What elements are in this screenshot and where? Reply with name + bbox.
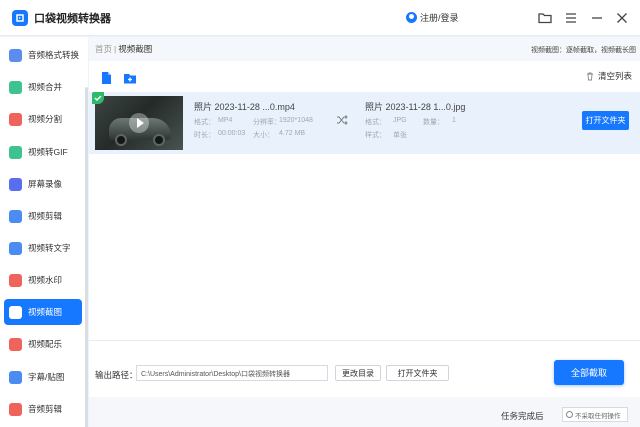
close-icon[interactable]	[614, 10, 630, 26]
sidebar-item-label: 音频格式转换	[28, 50, 80, 60]
resolution-value: 1920*1048	[279, 117, 313, 124]
sidebar-item-label: 视频截图	[28, 307, 63, 317]
clock-icon	[566, 411, 573, 418]
open-folder-button[interactable]: 打开文件夹	[582, 111, 629, 130]
format-label: 格式：	[194, 119, 215, 126]
divider	[89, 340, 640, 341]
output-path-field[interactable]: C:\Users\Administrator\Desktop\口袋视频转换器	[136, 365, 328, 381]
sidebar-item-label: 视频转GIF	[28, 147, 68, 157]
duration-label: 时长：	[194, 132, 215, 139]
style-value: 单张	[393, 132, 407, 139]
title-bar: 口袋视频转换器 注册/登录	[0, 0, 640, 36]
video-merge-icon	[9, 80, 22, 94]
output-path-label: 输出路径：	[95, 370, 138, 380]
screen-record-icon	[9, 177, 22, 191]
sidebar-item-label: 屏幕录像	[28, 179, 63, 189]
video-screenshot-icon	[9, 305, 22, 319]
convert-all-button[interactable]: 全部截取	[554, 360, 624, 385]
sidebar-item-screen-record[interactable]: 屏幕录像	[4, 171, 82, 197]
app-title: 口袋视频转换器	[34, 12, 111, 25]
add-folder-icon[interactable]	[123, 71, 137, 85]
breadcrumb: 首页 | 视频截图 视频截图：逐帧截取，视频截长图	[89, 37, 640, 61]
app-logo-icon	[12, 9, 28, 26]
sidebar-item-label: 视频水印	[28, 275, 63, 285]
menu-icon[interactable]	[563, 10, 579, 26]
feature-tips: 视频截图：逐帧截取，视频截长图	[531, 47, 636, 54]
breadcrumb-current: 视频截图	[118, 44, 153, 54]
minimize-icon[interactable]	[589, 10, 605, 26]
duration-value: 00:00:03	[218, 130, 246, 137]
main-panel: 首页 | 视频截图 视频截图：逐帧截取，视频截长图 清空列表 照片 2023-1…	[89, 37, 640, 427]
footer-bar	[89, 397, 640, 427]
clear-list-label: 清空列表	[597, 71, 632, 81]
sidebar-item-video-watermark[interactable]: 视频水印	[4, 267, 82, 293]
breadcrumb-home[interactable]: 首页	[95, 43, 112, 55]
open-output-folder-button[interactable]: 打开文件夹	[386, 365, 449, 381]
video-gif-icon	[9, 145, 22, 159]
sidebar-item-subtitle-sticker[interactable]: 字幕/贴图	[4, 364, 82, 390]
sidebar-item-audio-edit[interactable]: 音频剪辑	[4, 396, 82, 422]
sidebar-scrollbar[interactable]	[85, 87, 88, 427]
play-icon[interactable]	[129, 113, 149, 133]
subtitle-sticker-icon	[9, 370, 22, 384]
folder-icon[interactable]	[537, 10, 553, 26]
add-file-icon[interactable]	[99, 71, 113, 85]
video-music-icon	[9, 337, 22, 351]
login-label: 注册/登录	[420, 13, 459, 23]
sidebar-item-video-merge[interactable]: 视频合并	[4, 74, 82, 100]
format-value: MP4	[218, 117, 233, 124]
sidebar-item-video-split[interactable]: 视频分割	[4, 106, 82, 132]
change-directory-button[interactable]: 更改目录	[335, 365, 381, 381]
sidebar-item-video-music[interactable]: 视频配乐	[4, 331, 82, 357]
after-complete-label: 任务完成后	[501, 411, 544, 421]
sidebar-item-video-edit[interactable]: 视频剪辑	[4, 203, 82, 229]
output-file-name: 照片 2023-11-28 1...0.jpg	[365, 102, 466, 112]
video-watermark-icon	[9, 273, 22, 287]
sidebar-item-label: 视频配乐	[28, 339, 63, 349]
sidebar-item-label: 视频剪辑	[28, 211, 63, 221]
sidebar-item-video-screenshot[interactable]: 视频截图	[4, 299, 82, 325]
audio-format-icon	[9, 48, 22, 62]
video-edit-icon	[9, 209, 22, 223]
sidebar-item-video-text[interactable]: 视频转文字	[4, 235, 82, 261]
after-complete-value: 不采取任何操作	[575, 412, 621, 420]
clear-list-button[interactable]: 清空列表	[585, 70, 632, 82]
audio-edit-icon	[9, 402, 22, 416]
sidebar-item-audio-format[interactable]: 音频格式转换	[4, 42, 82, 68]
check-icon	[92, 92, 104, 104]
style-label: 样式：	[365, 132, 386, 139]
sidebar-item-label: 字幕/贴图	[28, 372, 65, 382]
breadcrumb-separator: |	[114, 44, 117, 54]
video-split-icon	[9, 112, 22, 126]
trash-icon	[586, 72, 593, 81]
size-label: 大小：	[253, 132, 274, 139]
file-list-item[interactable]: 照片 2023-11-28 ...0.mp4 格式： MP4 分辨率： 1920…	[89, 92, 640, 154]
resolution-label: 分辨率：	[253, 119, 281, 126]
sidebar-item-video-gif[interactable]: 视频转GIF	[4, 139, 82, 165]
count-value: 1	[452, 117, 456, 124]
user-icon	[406, 12, 417, 23]
size-value: 4.72 MB	[279, 130, 306, 137]
sidebar-item-label: 视频合并	[28, 82, 63, 92]
sidebar-item-label: 音频剪辑	[28, 404, 63, 414]
output-format-label: 格式：	[365, 119, 386, 126]
video-text-icon	[9, 241, 22, 255]
video-thumbnail	[95, 96, 183, 150]
sidebar-item-label: 视频转文字	[28, 243, 71, 253]
shuffle-icon	[336, 114, 348, 126]
login-button[interactable]: 注册/登录	[406, 11, 459, 24]
sidebar: 音频格式转换 视频合并视频分割视频转GIF 屏幕录像视频剪辑视频转文字视频水印视频截…	[0, 37, 88, 427]
sidebar-item-label: 视频分割	[28, 114, 63, 124]
source-file-name: 照片 2023-11-28 ...0.mp4	[194, 102, 295, 112]
output-format-value: JPG	[393, 117, 407, 124]
count-label: 数量：	[423, 119, 444, 126]
after-complete-select[interactable]: 不采取任何操作	[562, 407, 628, 422]
